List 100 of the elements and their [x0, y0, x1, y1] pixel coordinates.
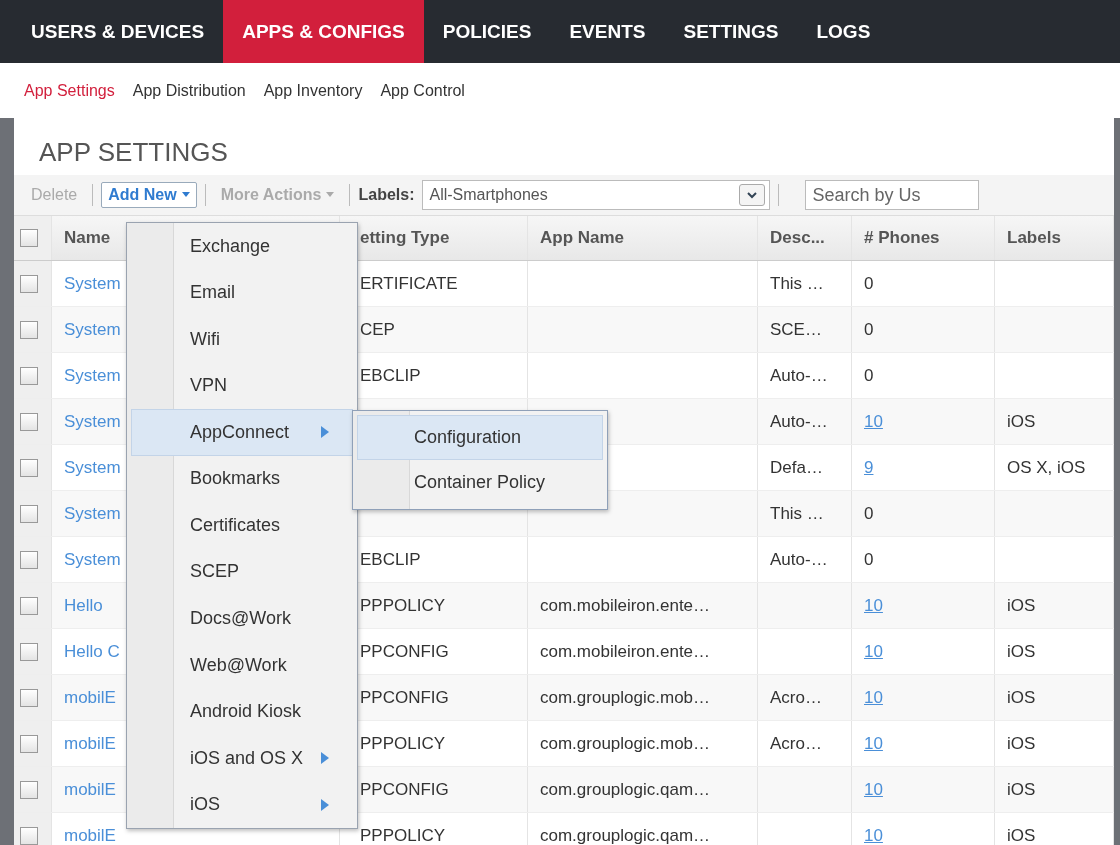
- table-cell: iOS: [1007, 411, 1036, 432]
- menu-item[interactable]: Certificates: [131, 502, 353, 549]
- table-cell: PPPOLICY: [360, 825, 446, 845]
- add-new-button[interactable]: Add New: [101, 182, 197, 208]
- table-cell: com.grouplogic.mob…: [540, 733, 711, 754]
- table-cell: This …: [770, 273, 824, 294]
- nav-tab[interactable]: USERS & DEVICES: [12, 0, 224, 63]
- table-cell: 0: [864, 319, 874, 340]
- table-cell: 0: [864, 503, 874, 524]
- menu-item[interactable]: SCEP: [131, 548, 353, 596]
- checkbox[interactable]: [20, 274, 38, 293]
- column-header[interactable]: Desc...: [770, 228, 825, 248]
- table-cell: Defa…: [770, 457, 823, 478]
- submenu-arrow-icon: [320, 751, 330, 766]
- table-cell: iOS: [1007, 733, 1036, 754]
- nav-tab[interactable]: LOGS: [797, 0, 890, 63]
- submenu-arrow-icon: [320, 425, 330, 440]
- checkbox[interactable]: [20, 366, 38, 385]
- submenu-arrow-icon: [320, 797, 330, 812]
- sub-tab[interactable]: App Distribution: [132, 81, 246, 100]
- table-cell: SCE…: [770, 319, 822, 340]
- table-cell: iOS: [1007, 687, 1036, 708]
- setting-name-link[interactable]: System: [64, 549, 121, 570]
- nav-tab[interactable]: APPS & CONFIGS: [223, 0, 424, 63]
- menu-item[interactable]: iOS: [131, 781, 353, 828]
- menu-item[interactable]: Android Kiosk: [131, 688, 353, 735]
- caret-icon: [181, 192, 190, 198]
- table-cell: com.grouplogic.qam…: [540, 825, 711, 845]
- table-cell: CEP: [360, 319, 395, 340]
- table-cell: EBCLIP: [360, 365, 421, 386]
- checkbox[interactable]: [20, 320, 38, 339]
- sub-tab[interactable]: App Inventory: [263, 81, 363, 100]
- column-header[interactable]: Labels: [1007, 228, 1061, 248]
- table-cell: OS X, iOS: [1007, 457, 1086, 478]
- table-cell: ERTIFICATE: [360, 273, 458, 294]
- nav-tab[interactable]: SETTINGS: [664, 0, 798, 63]
- labels-label: Labels:: [358, 186, 415, 204]
- caret-icon: [326, 192, 335, 198]
- setting-name-link[interactable]: System: [64, 273, 121, 294]
- menu-item[interactable]: Configuration: [357, 415, 603, 460]
- checkbox[interactable]: [20, 550, 38, 569]
- setting-name-link[interactable]: mobilE: [64, 825, 116, 845]
- nav-tab[interactable]: EVENTS: [550, 0, 665, 63]
- labels-dropdown[interactable]: All-Smartphones: [422, 180, 771, 210]
- search-field[interactable]: Search by Us: [805, 180, 980, 210]
- checkbox[interactable]: [20, 642, 38, 661]
- setting-name-link[interactable]: mobilE: [64, 733, 116, 754]
- checkbox[interactable]: [20, 826, 38, 845]
- table-cell: Acro…: [770, 687, 822, 708]
- checkbox[interactable]: [20, 780, 38, 799]
- checkbox[interactable]: [20, 596, 38, 615]
- table-cell: com.grouplogic.mob…: [540, 687, 711, 708]
- checkbox[interactable]: [20, 412, 38, 431]
- table-cell: PPCONFIG: [360, 779, 449, 800]
- checkbox[interactable]: [20, 458, 38, 477]
- setting-name-link[interactable]: System: [64, 365, 121, 386]
- table-cell: Auto-…: [770, 411, 828, 432]
- table-cell: com.mobileiron.ente…: [540, 641, 711, 662]
- column-header[interactable]: Name: [64, 228, 111, 248]
- sub-tab[interactable]: App Settings: [24, 81, 115, 100]
- sub-tab[interactable]: App Control: [380, 81, 465, 100]
- table-cell: PPPOLICY: [360, 595, 446, 616]
- menu-item[interactable]: Email: [131, 269, 353, 317]
- phones-link[interactable]: 10: [864, 411, 883, 432]
- menu-item[interactable]: VPN: [131, 362, 353, 410]
- nav-tab[interactable]: POLICIES: [423, 0, 551, 63]
- phones-link[interactable]: 10: [864, 825, 883, 845]
- column-header[interactable]: App Name: [540, 228, 625, 248]
- menu-item[interactable]: Web@Work: [131, 641, 353, 689]
- table-cell: 0: [864, 549, 874, 570]
- menu-item[interactable]: Container Policy: [357, 460, 603, 505]
- phones-link[interactable]: 10: [864, 595, 883, 616]
- checkbox[interactable]: [20, 688, 38, 707]
- table-cell: 0: [864, 365, 874, 386]
- setting-name-link[interactable]: Hello C: [64, 641, 120, 662]
- table-cell: iOS: [1007, 825, 1036, 845]
- page-title: APP SETTINGS: [39, 137, 228, 168]
- checkbox[interactable]: [20, 734, 38, 753]
- phones-link[interactable]: 10: [864, 641, 883, 662]
- phones-link[interactable]: 10: [864, 779, 883, 800]
- column-header[interactable]: # Phones: [864, 228, 940, 248]
- chevron-down-icon: [747, 191, 758, 199]
- menu-item[interactable]: AppConnect: [131, 409, 353, 456]
- table-cell: iOS: [1007, 641, 1036, 662]
- checkbox[interactable]: [20, 504, 38, 523]
- table-cell: PPCONFIG: [360, 641, 449, 662]
- menu-item[interactable]: Exchange: [131, 223, 353, 270]
- phones-link[interactable]: 10: [864, 687, 883, 708]
- table-cell: iOS: [1007, 779, 1036, 800]
- menu-item[interactable]: iOS and OS X: [131, 734, 353, 782]
- phones-link[interactable]: 10: [864, 733, 883, 754]
- table-cell: Auto-…: [770, 549, 828, 570]
- setting-name-link[interactable]: System: [64, 457, 121, 478]
- menu-item[interactable]: Bookmarks: [131, 455, 353, 503]
- menu-item[interactable]: Docs@Work: [131, 595, 353, 642]
- checkbox[interactable]: [20, 229, 38, 247]
- table-cell: com.grouplogic.qam…: [540, 779, 711, 800]
- column-header[interactable]: etting Type: [360, 228, 450, 248]
- phones-link[interactable]: 9: [864, 457, 874, 478]
- menu-item[interactable]: Wifi: [131, 316, 353, 363]
